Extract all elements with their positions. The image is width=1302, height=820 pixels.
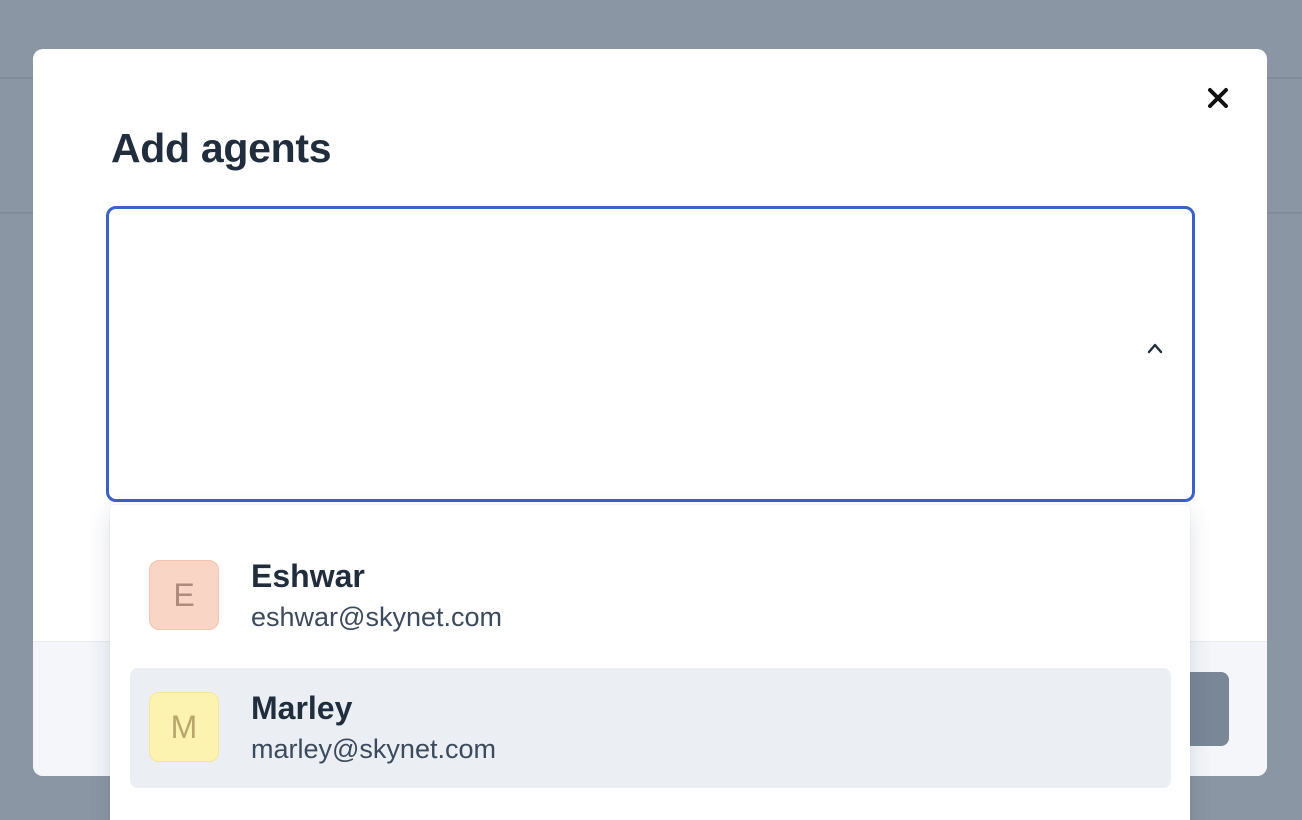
agent-name: Marley [251,690,353,726]
agent-option-eshwar[interactable]: E Eshwar eshwar@skynet.com [130,536,1171,656]
agent-name: Eshwar [251,558,365,594]
avatar-initial: E [173,576,195,613]
agent-option-marley[interactable]: M Marley marley@skynet.com [130,668,1171,788]
agent-email: marley@skynet.com [251,734,496,764]
avatar: M [149,692,219,762]
agent-email: eshwar@skynet.com [251,602,502,632]
close-button[interactable] [1203,83,1233,113]
avatar: E [149,560,219,630]
modal-title: Add agents [111,125,332,171]
avatar-initial: M [170,708,198,745]
chevron-up-icon[interactable] [1144,337,1166,359]
agents-dropdown-menu: E Eshwar eshwar@skynet.com M Marley marl… [110,505,1190,820]
agents-select[interactable] [106,206,1195,502]
close-icon [1208,88,1228,108]
